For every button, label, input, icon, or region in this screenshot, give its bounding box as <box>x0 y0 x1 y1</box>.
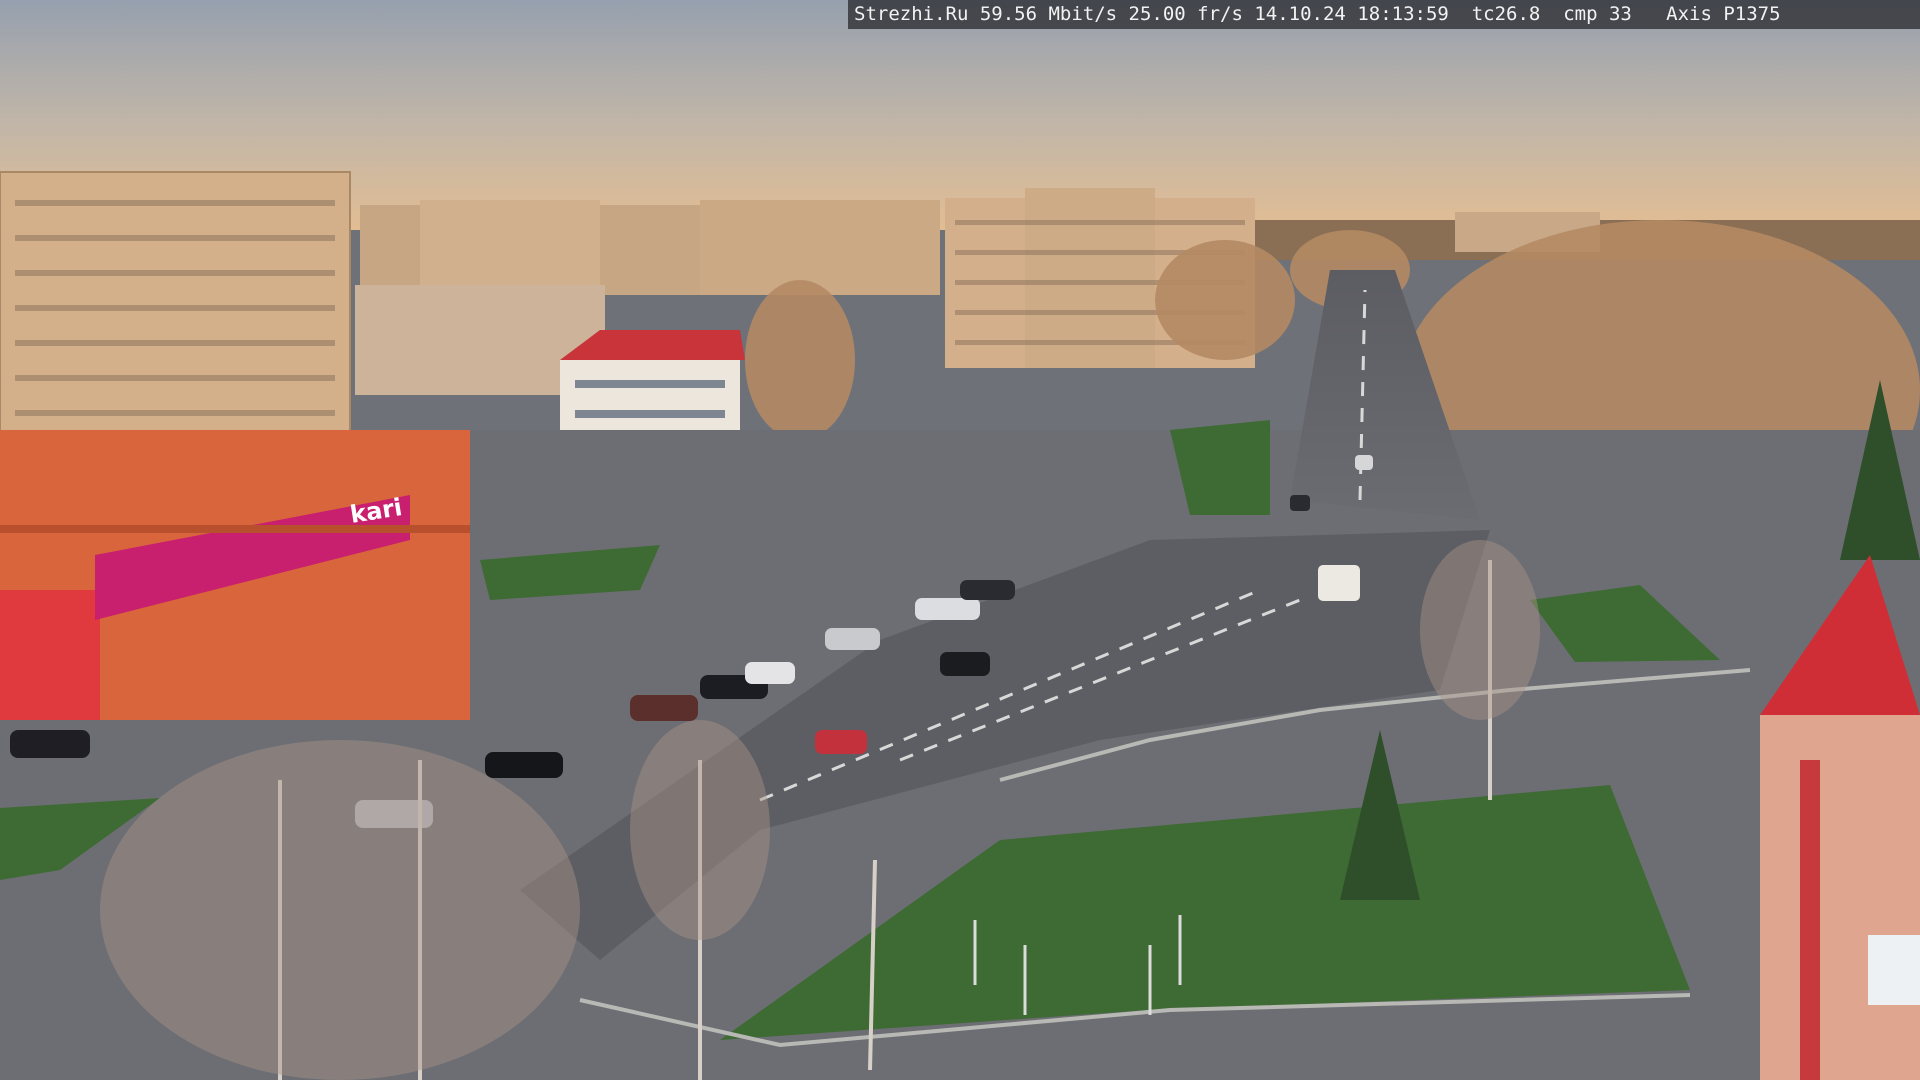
kari-store-building <box>0 430 470 720</box>
camera-info-overlay: Strezhi.Ru 59.56 Mbit/s 25.00 fr/s 14.10… <box>848 0 1920 29</box>
webcam-frame <box>0 0 1920 1080</box>
